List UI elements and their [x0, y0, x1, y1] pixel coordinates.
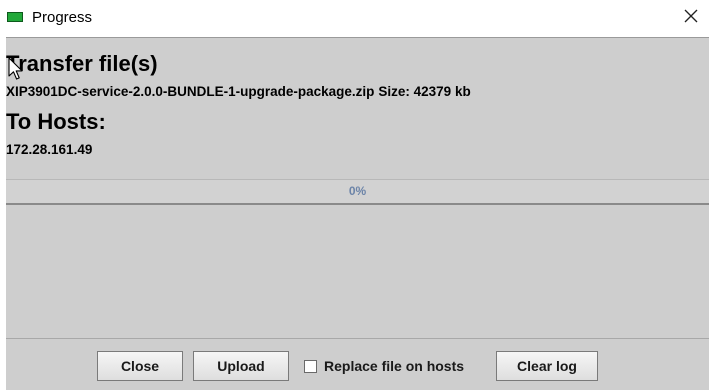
- close-button[interactable]: Close: [97, 351, 183, 381]
- app-icon: [7, 12, 23, 22]
- window-title: Progress: [32, 9, 93, 26]
- host-list: 172.28.161.49: [6, 142, 93, 157]
- replace-file-checkbox[interactable]: [304, 359, 317, 373]
- title-bar[interactable]: Progress: [0, 0, 709, 36]
- replace-file-checkbox-row[interactable]: Replace file on hosts: [304, 351, 464, 381]
- dialog-content: Transfer file(s) XIP3901DC-service-2.0.0…: [6, 37, 709, 390]
- progress-label: 0%: [348, 184, 367, 198]
- mouse-pointer-icon: [8, 57, 23, 80]
- progress-bar: 0%: [6, 179, 709, 205]
- file-size: Size: 42379 kb: [378, 84, 471, 99]
- button-bar: Close Upload Replace file on hosts Clear…: [6, 338, 709, 390]
- progress-dialog: Progress Transfer file(s) XIP3901DC-serv…: [0, 0, 709, 390]
- file-info-line: XIP3901DC-service-2.0.0-BUNDLE-1-upgrade…: [6, 84, 471, 100]
- replace-file-label: Replace file on hosts: [324, 358, 465, 374]
- log-area[interactable]: [6, 205, 709, 338]
- hosts-heading: To Hosts:: [6, 109, 106, 134]
- clear-log-button[interactable]: Clear log: [496, 351, 598, 381]
- close-x-icon[interactable]: [682, 7, 700, 25]
- upload-button[interactable]: Upload: [193, 351, 289, 381]
- file-name: XIP3901DC-service-2.0.0-BUNDLE-1-upgrade…: [6, 84, 375, 99]
- transfer-heading: Transfer file(s): [6, 51, 158, 76]
